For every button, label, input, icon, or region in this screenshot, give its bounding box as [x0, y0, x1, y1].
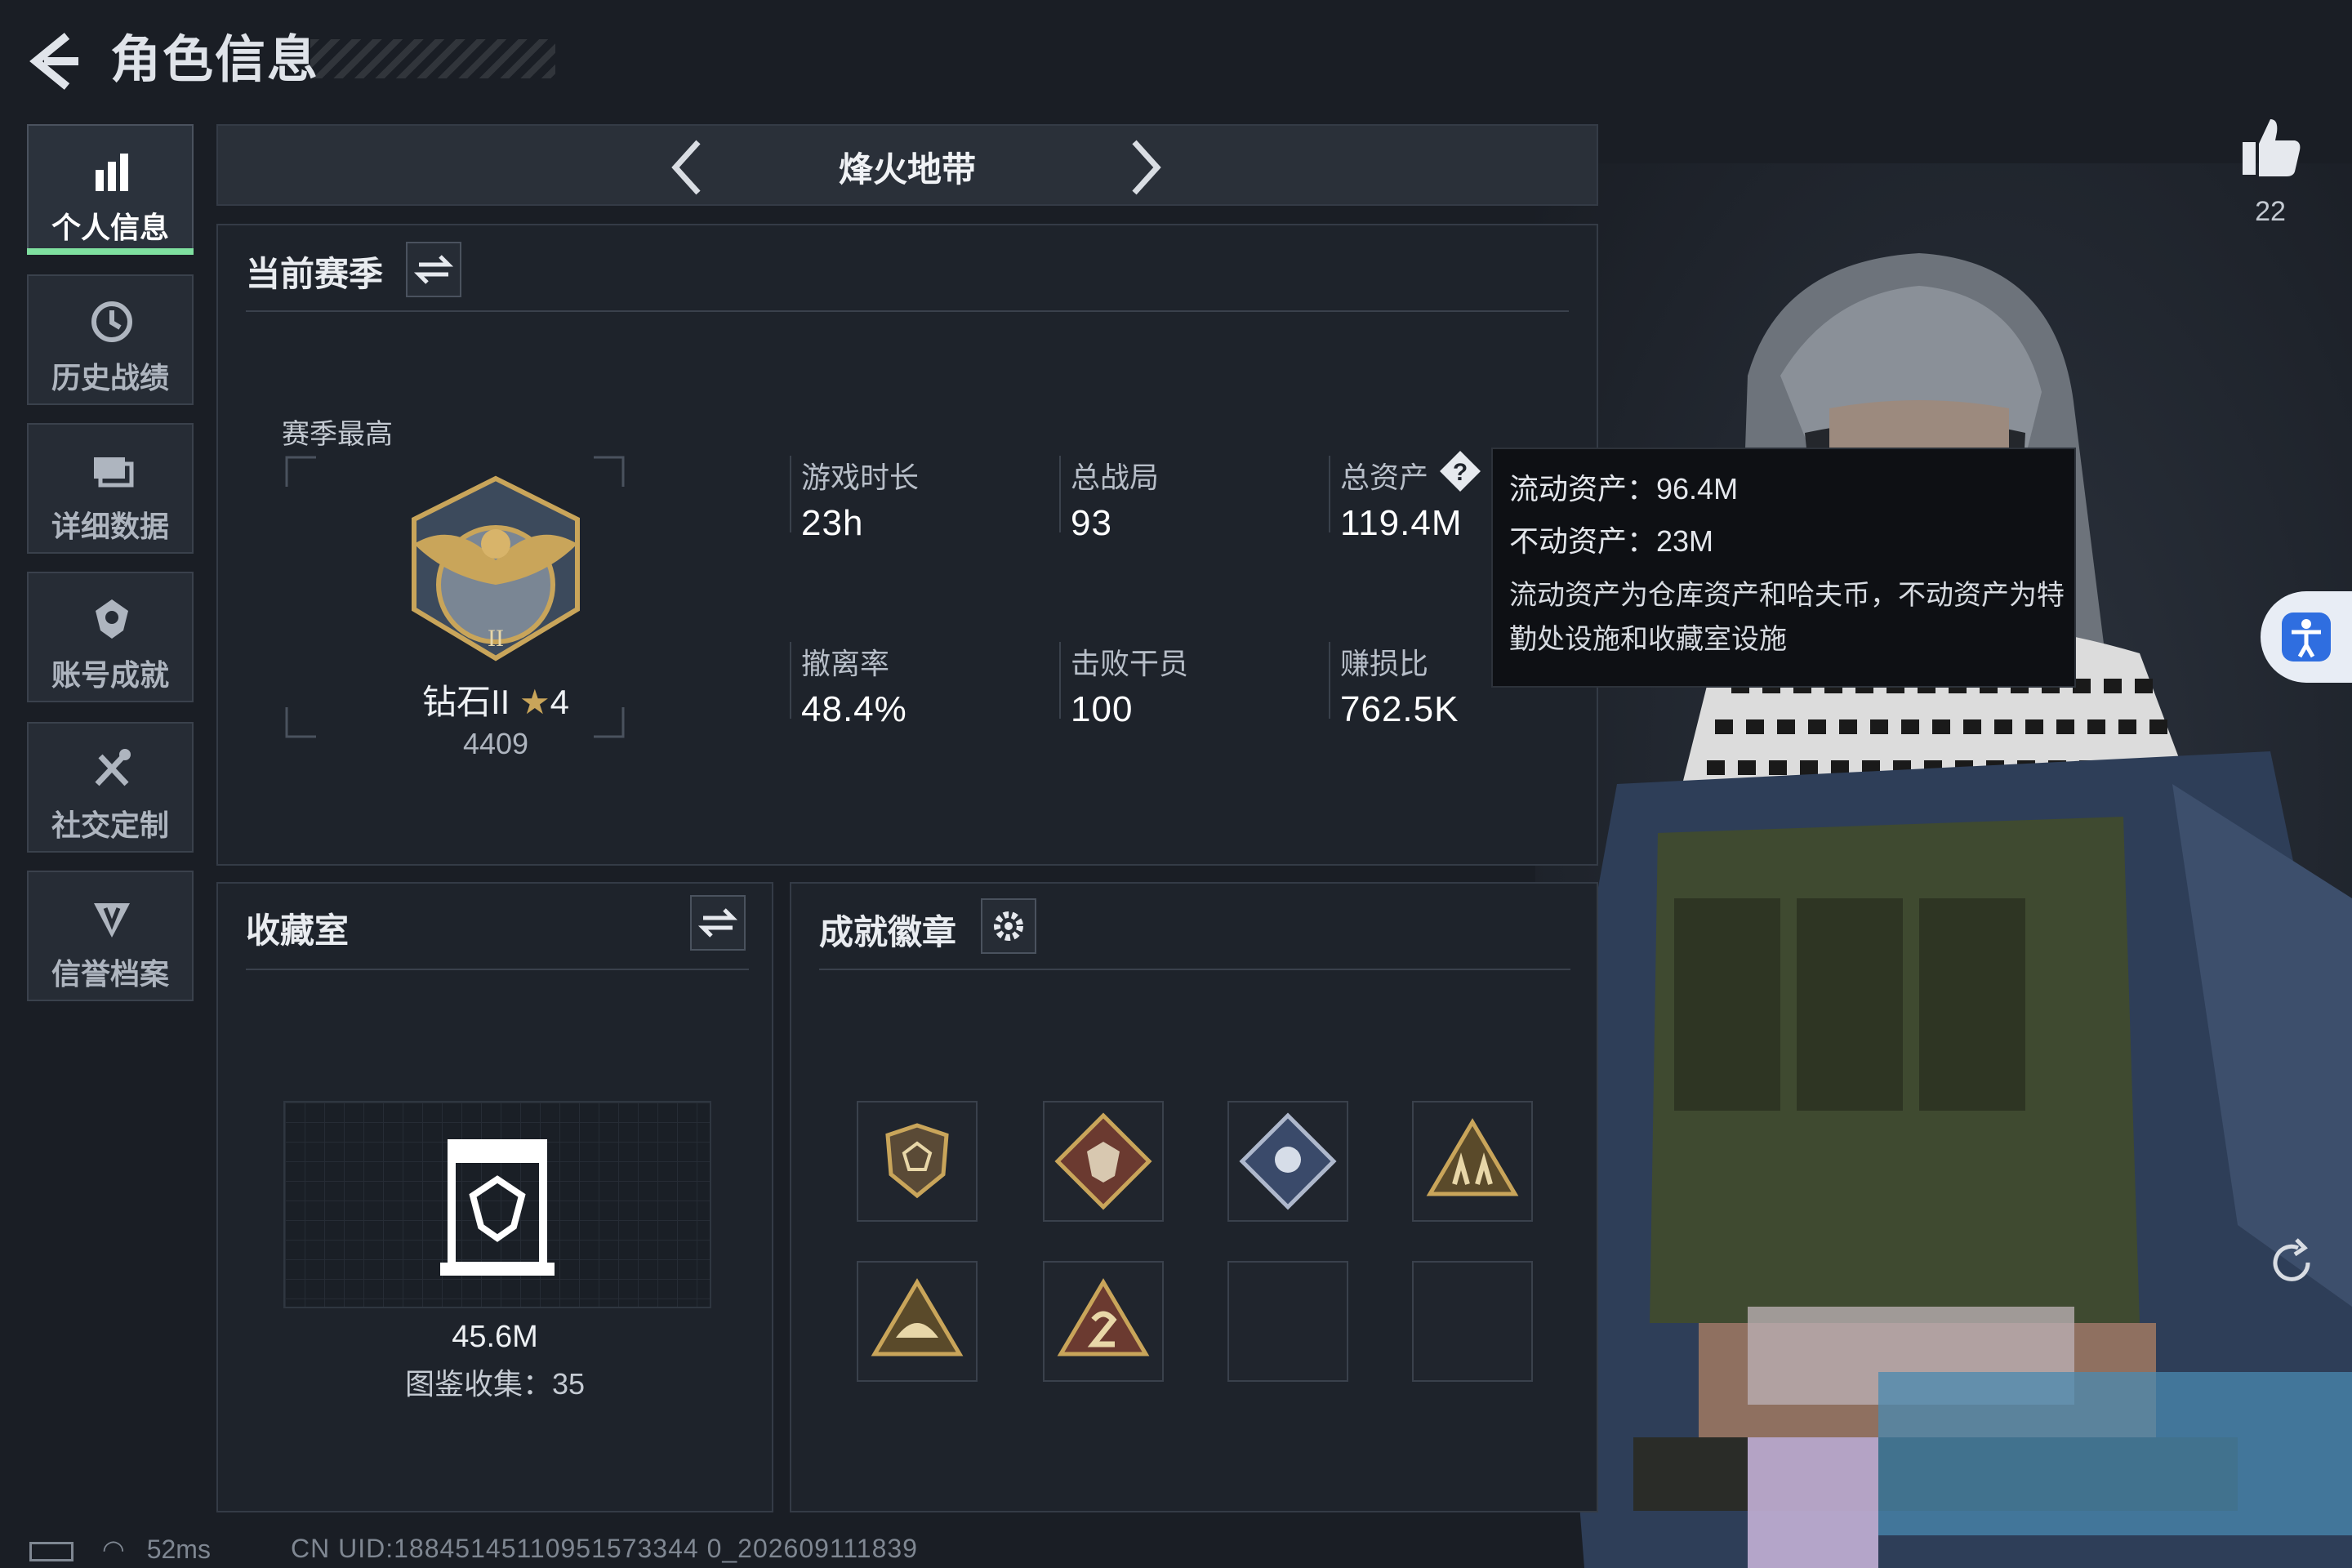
- ping-text: 52ms: [146, 1535, 211, 1564]
- diamond-badge-icon: [1239, 1112, 1337, 1210]
- stat-value-matches: 93: [1071, 503, 1112, 543]
- badge-settings-button[interactable]: [981, 898, 1036, 954]
- number-badge-icon: [1057, 1278, 1150, 1356]
- like-button[interactable]: [2238, 114, 2303, 180]
- battery-icon: [29, 1541, 74, 1561]
- help-icon: ?: [1440, 451, 1481, 492]
- sidebar-item-label: 详细数据: [51, 510, 169, 543]
- gear-icon: [994, 911, 1023, 941]
- badge-slot[interactable]: [1043, 1261, 1164, 1382]
- switch-season-button[interactable]: [406, 242, 461, 297]
- tooltip-note: 流动资产为仓库资产和哈夫币，不动资产为特勤处设施和收藏室设施: [1509, 580, 2065, 655]
- wifi-icon: ◠: [101, 1535, 125, 1564]
- badge-slot[interactable]: [1043, 1101, 1164, 1222]
- stat-label-profit-ratio: 赚损比: [1340, 647, 1429, 680]
- collection-catalog: 图鉴收集：35: [404, 1367, 586, 1401]
- badge-slot-empty[interactable]: [1227, 1261, 1348, 1382]
- season-best-label: 赛季最高: [282, 419, 393, 450]
- achievement-icon: [96, 599, 128, 639]
- tooltip-liquid-assets: 流动资产：96.4M: [1509, 472, 1739, 506]
- rank-score: 4409: [462, 727, 529, 760]
- display-case-icon: [440, 1139, 555, 1276]
- accessibility-button[interactable]: [2261, 591, 2352, 683]
- rank-name: 钻石II ★4: [398, 675, 594, 724]
- collection-title: 收藏室: [246, 911, 350, 950]
- helmet-badge-icon: [871, 1278, 964, 1356]
- thumbs-up-icon: [2243, 119, 2301, 176]
- next-mode-button[interactable]: [1116, 137, 1174, 198]
- assets-help-button[interactable]: ?: [1438, 449, 1482, 493]
- back-button[interactable]: [24, 31, 82, 91]
- switch-collection-button[interactable]: [690, 895, 746, 951]
- stat-value-kills: 100: [1071, 689, 1134, 729]
- sidebar-item-label: 历史战绩: [51, 361, 169, 394]
- sidebar-item-history[interactable]: 历史战绩: [27, 274, 194, 405]
- title-decoration: [310, 39, 555, 78]
- assets-tooltip: 流动资产：96.4M 不动资产：23M 流动资产为仓库资产和哈夫币，不动资产为特…: [1491, 448, 2076, 688]
- badges-panel: 成就徽章: [790, 882, 1598, 1512]
- sidebar-item-label: 账号成就: [51, 658, 169, 692]
- season-title: 当前赛季: [246, 255, 384, 293]
- badge-slot-empty[interactable]: [1412, 1261, 1533, 1382]
- credit-icon: [94, 903, 130, 938]
- stat-label-playtime: 游戏时长: [801, 461, 920, 494]
- back-arrow-icon: [29, 33, 78, 90]
- badge-slot[interactable]: [857, 1261, 978, 1382]
- mode-selector: 烽火地带: [216, 124, 1598, 206]
- stat-label-matches: 总战局: [1071, 461, 1160, 494]
- rotate-model-button[interactable]: [2262, 1233, 2321, 1292]
- svg-text:?: ?: [1453, 459, 1468, 486]
- stat-label-total-assets: 总资产: [1340, 461, 1429, 494]
- bar-chart-icon: [96, 154, 128, 191]
- sidebar-item-label: 个人信息: [51, 211, 169, 244]
- badge-slot[interactable]: [1412, 1101, 1533, 1222]
- sidebar-item-social[interactable]: 社交定制: [27, 722, 194, 853]
- stat-value-profit-ratio: 762.5K: [1340, 689, 1459, 729]
- swap-icon: [697, 908, 738, 938]
- stat-label-kills: 击败干员: [1071, 647, 1189, 680]
- sidebar-item-label: 社交定制: [51, 808, 169, 842]
- collection-display[interactable]: [283, 1101, 711, 1308]
- tooltip-fixed-assets: 不动资产：23M: [1509, 524, 1714, 558]
- sidebar-item-personal-info[interactable]: 个人信息: [27, 124, 194, 255]
- star-icon: ★: [519, 683, 550, 721]
- rank-name-text: 钻石II: [421, 683, 510, 721]
- history-icon: [91, 301, 132, 342]
- rank-stars: 4: [550, 683, 570, 721]
- tools-icon: [95, 749, 131, 786]
- shield-badge-icon: [885, 1123, 949, 1199]
- like-count: 22: [2255, 196, 2286, 227]
- stat-value-extraction-rate: 48.4%: [801, 689, 907, 729]
- season-panel: 当前赛季 赛季最高 II 钻石II ★4 4409 游戏时长 23h 总战局 9…: [216, 224, 1598, 866]
- status-bar: ◠ 52ms: [29, 1534, 211, 1565]
- stat-value-playtime: 23h: [801, 503, 864, 543]
- badge-slot[interactable]: [1227, 1101, 1348, 1222]
- sidebar-item-label: 信誉档案: [51, 957, 169, 991]
- swap-icon: [413, 255, 454, 284]
- data-icon: [94, 457, 134, 488]
- page-title: 角色信息: [110, 32, 320, 88]
- chevron-right-icon: [1132, 140, 1161, 195]
- collection-panel: 收藏室 45.6M 图鉴收集：35: [216, 882, 773, 1512]
- wolf-badge-icon: [1054, 1112, 1152, 1210]
- stat-value-total-assets: 119.4M: [1340, 503, 1463, 543]
- sidebar-item-credit[interactable]: 信誉档案: [27, 871, 194, 1001]
- squad-badge-icon: [1426, 1118, 1519, 1196]
- accessibility-icon: [2282, 612, 2331, 662]
- svg-text:II: II: [488, 625, 504, 652]
- collection-value: 45.6M: [452, 1320, 538, 1354]
- uid-text: CN UID:18845145110951573344 0_2026091118…: [291, 1534, 918, 1563]
- sidebar-item-achievement[interactable]: 账号成就: [27, 572, 194, 702]
- sidebar-item-detailed-data[interactable]: 详细数据: [27, 423, 194, 554]
- mode-title: 烽火地带: [838, 150, 976, 189]
- badges-title: 成就徽章: [819, 913, 957, 951]
- stat-label-extraction-rate: 撤离率: [801, 647, 890, 680]
- rank-emblem-icon: II: [412, 475, 580, 662]
- character-art: [1535, 163, 2352, 1568]
- badge-slot[interactable]: [857, 1101, 978, 1222]
- rotate-icon: [2273, 1238, 2310, 1281]
